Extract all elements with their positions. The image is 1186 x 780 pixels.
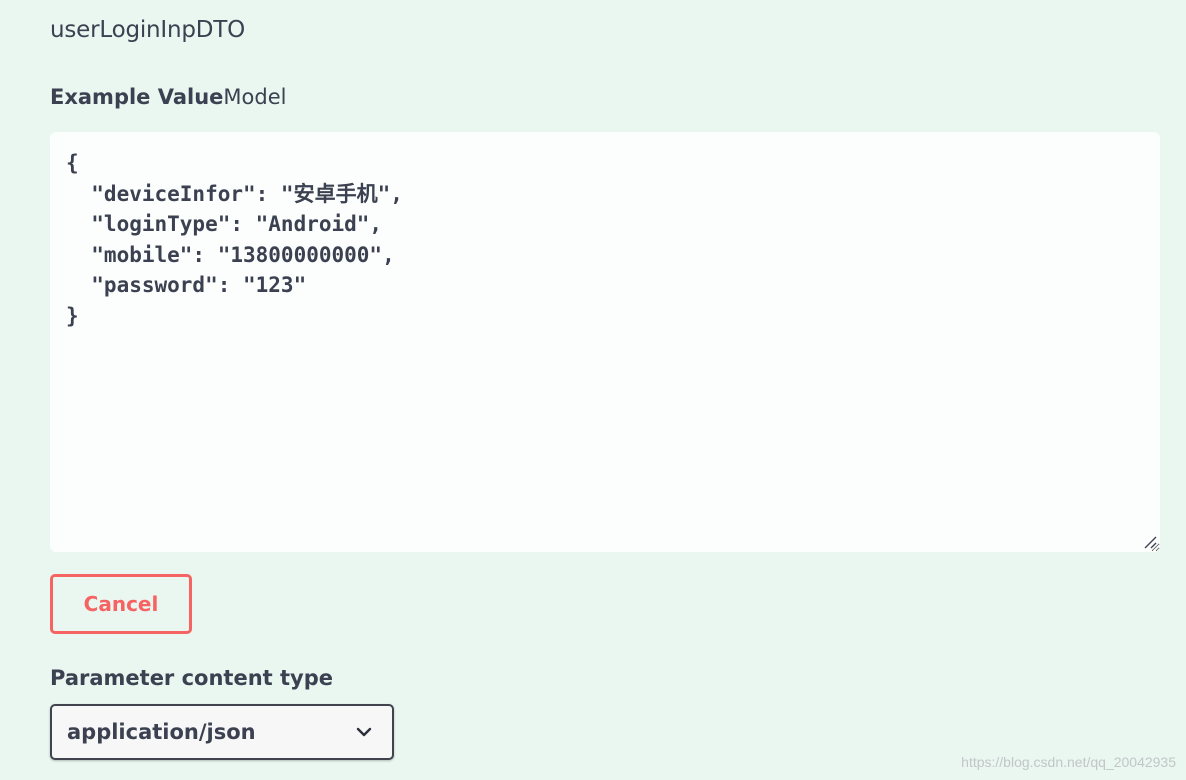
content-type-selected-value: application/json — [67, 720, 256, 744]
request-body-editor[interactable]: { "deviceInfor": "安卓手机", "loginType": "A… — [50, 132, 1160, 552]
body-editor-container: { "deviceInfor": "安卓手机", "loginType": "A… — [50, 132, 1160, 552]
tab-example-value[interactable]: Example Value — [50, 85, 223, 109]
tab-model[interactable]: Model — [223, 85, 286, 109]
cancel-button[interactable]: Cancel — [50, 574, 192, 634]
parameter-name: userLoginInpDTO — [50, 17, 246, 43]
parameter-content-type-label: Parameter content type — [50, 666, 334, 690]
content-type-select[interactable]: application/json — [50, 704, 394, 760]
watermark: https://blog.csdn.net/qq_20042935 — [961, 754, 1176, 770]
example-model-tabs: Example Value Model — [50, 85, 286, 109]
chevron-down-icon — [356, 727, 372, 737]
